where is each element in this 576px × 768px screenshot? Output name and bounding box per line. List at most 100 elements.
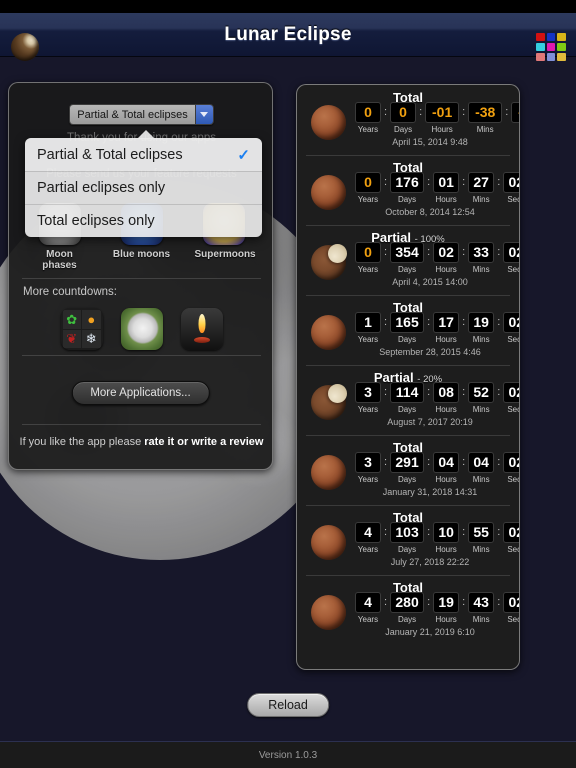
- eclipse-row[interactable]: Total4Years:280Days:19Hours:43Mins:02Sec…: [297, 575, 519, 645]
- eclipse-row[interactable]: Partial - 20% 3 Years:114 Days:08 Hours:52 Mi…: [297, 365, 519, 435]
- countdown-value: 10: [433, 522, 460, 543]
- eclipse-row[interactable]: Total1Years:165Days:17Hours:19Mins:02Sec…: [297, 295, 519, 365]
- eclipse-date: September 28, 2015 4:46: [379, 347, 481, 357]
- countdown-value: 02: [503, 242, 519, 263]
- countdown-unit-label: Years: [357, 335, 379, 344]
- countdown-unit-secs: 02 Secs: [503, 382, 519, 414]
- flame-shape: [198, 314, 205, 333]
- eclipse-row[interactable]: Total0Years:176Days:01Hours:27Mins:02Sec…: [297, 155, 519, 225]
- golf-ball-icon[interactable]: [120, 308, 163, 350]
- apps-grid-icon[interactable]: [536, 33, 566, 61]
- footer-bar: Version 1.0.3: [0, 741, 576, 768]
- dropdown-option[interactable]: Partial & Total eclipses ✓: [25, 138, 262, 171]
- eclipse-row[interactable]: Partial - 100% 0 Years:354 Days:02 Hours:33 M…: [297, 225, 519, 295]
- countdown-value: 4: [355, 522, 381, 543]
- countdown-unit-label: Mins: [472, 615, 490, 624]
- countdown-apps-row: ✿ ● ❦ ❄: [9, 308, 272, 350]
- countdown-unit-mins: -38 Mins: [468, 102, 503, 134]
- countdown-value: 3: [355, 452, 381, 473]
- countdown-value: 04: [433, 452, 460, 473]
- checkmark-icon: ✓: [237, 146, 250, 164]
- countdown-digits: 1Years:165Days:17Hours:19Mins:02Secs: [355, 312, 519, 344]
- countdown-unit-label: Mins: [472, 265, 490, 274]
- countdown-unit-secs: 02 Secs: [503, 522, 519, 554]
- countdown-unit-label: Mins: [476, 125, 494, 134]
- countdown-unit-days: 291 Days: [390, 452, 425, 484]
- countdown-value: 114: [390, 382, 425, 403]
- countdown-unit-label: Years: [357, 195, 379, 204]
- chevron-down-icon[interactable]: [194, 105, 213, 124]
- seasons-icon[interactable]: ✿ ● ❦ ❄: [60, 308, 103, 350]
- countdown-unit-years: 0 Years: [355, 102, 381, 134]
- countdown-unit-days: 176 Days: [390, 172, 425, 204]
- digit-separator: :: [427, 596, 431, 608]
- digit-separator: :: [497, 246, 501, 258]
- countdown-value: 291: [390, 452, 425, 473]
- eclipse-filter-dropdown: Partial & Total eclipses ✓ Partial eclipse…: [25, 138, 262, 237]
- total-eclipse-icon: [311, 525, 346, 560]
- countdown-unit-hours: 01 Hours: [433, 172, 460, 204]
- countdown-unit-hours: 19 Hours: [433, 592, 460, 624]
- countdown-value: 103: [390, 522, 425, 543]
- reload-button[interactable]: Reload: [247, 693, 329, 717]
- countdown-value: 3: [355, 382, 381, 403]
- digit-separator: :: [497, 456, 501, 468]
- countdown-unit-label: Secs: [511, 125, 519, 134]
- eclipse-filter-select-wrap: Partial & Total eclipses: [9, 104, 272, 125]
- countdown-unit-hours: 02 Hours: [433, 242, 460, 274]
- countdown-unit-label: Hours: [435, 475, 457, 484]
- countdown-unit-label: Days: [397, 475, 417, 484]
- countdown-value: 0: [355, 102, 381, 123]
- countdown-digits: 3Years:291Days:04Hours:04Mins:02Secs: [355, 452, 519, 484]
- grid-cell-4: [536, 43, 545, 51]
- digit-separator: :: [462, 386, 466, 398]
- countdown-unit-label: Days: [397, 405, 417, 414]
- digit-separator: :: [384, 106, 388, 118]
- rate-link[interactable]: rate it or write a review: [144, 436, 263, 448]
- dropdown-option[interactable]: Total eclipses only: [25, 204, 262, 237]
- grid-cell-5: [546, 43, 556, 51]
- digit-separator: :: [427, 176, 431, 188]
- digit-separator: :: [462, 526, 466, 538]
- rate-app-line: If you like the app please rate it or wr…: [9, 436, 272, 448]
- countdown-unit-label: Secs: [507, 545, 519, 554]
- grid-cell-8: [546, 53, 556, 61]
- countdown-unit-label: Days: [397, 265, 417, 274]
- countdown-value: 02: [503, 312, 519, 333]
- countdown-unit-secs: -57 Secs: [511, 102, 519, 134]
- eclipse-row[interactable]: Total4Years:103Days:10Hours:55Mins:02Sec…: [297, 505, 519, 575]
- countdown-value: 0: [390, 102, 417, 123]
- digit-separator: :: [497, 316, 501, 328]
- digit-separator: :: [427, 456, 431, 468]
- more-applications-button[interactable]: More Applications...: [71, 381, 210, 405]
- digit-separator: :: [384, 176, 388, 188]
- countdown-value: 01: [433, 172, 460, 193]
- digit-separator: :: [462, 176, 466, 188]
- dropdown-option[interactable]: Partial eclipses only: [25, 171, 262, 204]
- countdown-unit-days: 165 Days: [390, 312, 425, 344]
- digit-separator: :: [462, 316, 466, 328]
- countdown-unit-label: Years: [357, 405, 379, 414]
- countdown-unit-days: 354 Days: [390, 242, 425, 274]
- more-countdowns-label: More countdowns:: [23, 286, 117, 298]
- total-eclipse-icon: [311, 105, 346, 140]
- countdown-digits: 0Years:0Days:-01Hours:-38Mins:-57Secs: [355, 102, 519, 134]
- eclipse-date: January 21, 2019 6:10: [385, 627, 475, 637]
- digit-separator: :: [384, 246, 388, 258]
- eclipse-list-panel[interactable]: Total0Years:0Days:-01Hours:-38Mins:-57Se…: [296, 84, 520, 670]
- countdown-value: 165: [390, 312, 425, 333]
- countdown-value: -38: [468, 102, 503, 123]
- candle-icon[interactable]: [180, 308, 223, 350]
- eclipse-filter-select[interactable]: Partial & Total eclipses: [69, 104, 214, 125]
- grid-cell-1: [536, 33, 545, 41]
- digit-separator: :: [497, 386, 501, 398]
- eclipse-date: August 7, 2017 20:19: [387, 417, 473, 427]
- countdown-unit-secs: 02 Secs: [503, 242, 519, 274]
- digit-separator: :: [384, 596, 388, 608]
- total-eclipse-icon: [311, 315, 346, 350]
- eclipse-row[interactable]: Total0Years:0Days:-01Hours:-38Mins:-57Se…: [297, 85, 519, 155]
- app-root: Lunar Eclipse Partial & Total eclipses T…: [0, 0, 576, 768]
- eclipse-row[interactable]: Total3Years:291Days:04Hours:04Mins:02Sec…: [297, 435, 519, 505]
- grid-cell-9: [557, 53, 566, 61]
- countdown-value: 43: [468, 592, 495, 613]
